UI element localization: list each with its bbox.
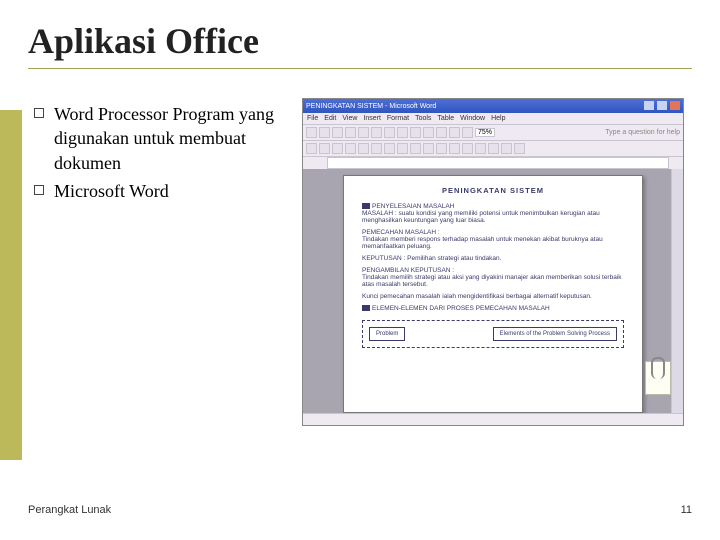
help-hint: Type a question for help — [605, 129, 680, 136]
doc-text: MASALAH : suatu kondisi yang memiliki po… — [362, 210, 600, 224]
bullet-text: Word Processor Program yang digunakan un… — [54, 102, 294, 175]
font-icon — [319, 143, 330, 154]
preview-icon — [358, 127, 369, 138]
save-icon — [332, 127, 343, 138]
undo-icon — [423, 127, 434, 138]
menu-item: Help — [491, 115, 505, 122]
outdent-icon — [475, 143, 486, 154]
cut-icon — [384, 127, 395, 138]
table-icon — [462, 127, 473, 138]
menubar: File Edit View Insert Format Tools Table… — [303, 113, 683, 125]
menu-item: View — [342, 115, 357, 122]
document-canvas: PENINGKATAN SISTEM PENYELESAIAN MASALAHM… — [303, 169, 683, 413]
menu-item: Window — [460, 115, 485, 122]
minimize-icon — [644, 101, 654, 110]
doc-diagram: Problem Elements of the Problem Solving … — [362, 320, 624, 348]
accent-bar — [0, 110, 22, 460]
new-icon — [306, 127, 317, 138]
formatting-toolbar — [303, 141, 683, 157]
bold-icon — [345, 143, 356, 154]
doc-text: Tindakan memberi respons terhadap masala… — [362, 236, 603, 250]
standard-toolbar: 75% Type a question for help — [303, 125, 683, 141]
bullet-icon — [34, 185, 44, 195]
doc-heading: PEMECAHAN MASALAH : — [362, 229, 440, 236]
redo-icon — [436, 127, 447, 138]
bullets-icon — [449, 143, 460, 154]
diagram-box: Elements of the Problem Solving Process — [493, 327, 617, 341]
doc-section: PEMECAHAN MASALAH :Tindakan memberi resp… — [362, 229, 624, 250]
bullet-icon — [34, 108, 44, 118]
numbering-icon — [436, 143, 447, 154]
border-icon — [488, 143, 499, 154]
bullet-item: Microsoft Word — [34, 179, 294, 203]
window-title: PENINGKATAN SISTEM - Microsoft Word — [306, 103, 436, 110]
doc-heading: PENGAMBILAN KEPUTUSAN : — [362, 267, 454, 274]
italic-icon — [358, 143, 369, 154]
bullet-item: Word Processor Program yang digunakan un… — [34, 102, 294, 175]
doc-heading: KEPUTUSAN : — [362, 255, 405, 262]
zoom-field: 75% — [475, 128, 495, 137]
scrollbar — [671, 169, 683, 413]
titlebar: PENINGKATAN SISTEM - Microsoft Word — [303, 99, 683, 113]
document-page: PENINGKATAN SISTEM PENYELESAIAN MASALAHM… — [343, 175, 643, 413]
statusbar — [303, 413, 683, 425]
spell-icon — [371, 127, 382, 138]
page-number: 11 — [681, 504, 692, 516]
menu-item: File — [307, 115, 318, 122]
fontcolor-icon — [514, 143, 525, 154]
maximize-icon — [657, 101, 667, 110]
close-icon — [670, 101, 680, 110]
indent-icon — [462, 143, 473, 154]
justify-icon — [423, 143, 434, 154]
align-center-icon — [397, 143, 408, 154]
bullet-text: Microsoft Word — [54, 179, 169, 203]
ruler — [327, 157, 669, 169]
paste-icon — [410, 127, 421, 138]
menu-item: Edit — [324, 115, 336, 122]
align-right-icon — [410, 143, 421, 154]
doc-section: PENGAMBILAN KEPUTUSAN :Tindakan memilih … — [362, 267, 624, 288]
size-icon — [332, 143, 343, 154]
slide-title: Aplikasi Office — [28, 20, 259, 62]
highlight-icon — [501, 143, 512, 154]
style-icon — [306, 143, 317, 154]
doc-title: PENINGKATAN SISTEM — [362, 186, 624, 195]
diagram-box: Problem — [369, 327, 405, 341]
doc-text: Pemilihan strategi atau tindakan. — [407, 255, 501, 262]
underline-icon — [371, 143, 382, 154]
menu-item: Table — [437, 115, 454, 122]
bullet-list: Word Processor Program yang digunakan un… — [34, 102, 294, 207]
doc-text: Tindakan memilih strategi atau aksi yang… — [362, 274, 622, 288]
doc-text: Kunci pemecahan masalah ialah mengidenti… — [362, 293, 592, 300]
align-left-icon — [384, 143, 395, 154]
link-icon — [449, 127, 460, 138]
doc-section: ELEMEN-ELEMEN DARI PROSES PEMECAHAN MASA… — [362, 305, 624, 312]
doc-section: KEPUTUSAN : Pemilihan strategi atau tind… — [362, 255, 624, 262]
menu-item: Insert — [363, 115, 381, 122]
word-screenshot: PENINGKATAN SISTEM - Microsoft Word File… — [302, 98, 684, 426]
copy-icon — [397, 127, 408, 138]
doc-section: Kunci pemecahan masalah ialah mengidenti… — [362, 293, 624, 300]
window-controls — [643, 101, 680, 112]
doc-heading: PENYELESAIAN MASALAH — [372, 203, 454, 210]
menu-item: Format — [387, 115, 409, 122]
doc-section: PENYELESAIAN MASALAHMASALAH : suatu kond… — [362, 203, 624, 224]
print-icon — [345, 127, 356, 138]
footer-text: Perangkat Lunak — [28, 504, 111, 516]
open-icon — [319, 127, 330, 138]
title-underline — [28, 68, 692, 69]
menu-item: Tools — [415, 115, 431, 122]
doc-heading: ELEMEN-ELEMEN DARI PROSES PEMECAHAN MASA… — [372, 305, 550, 312]
